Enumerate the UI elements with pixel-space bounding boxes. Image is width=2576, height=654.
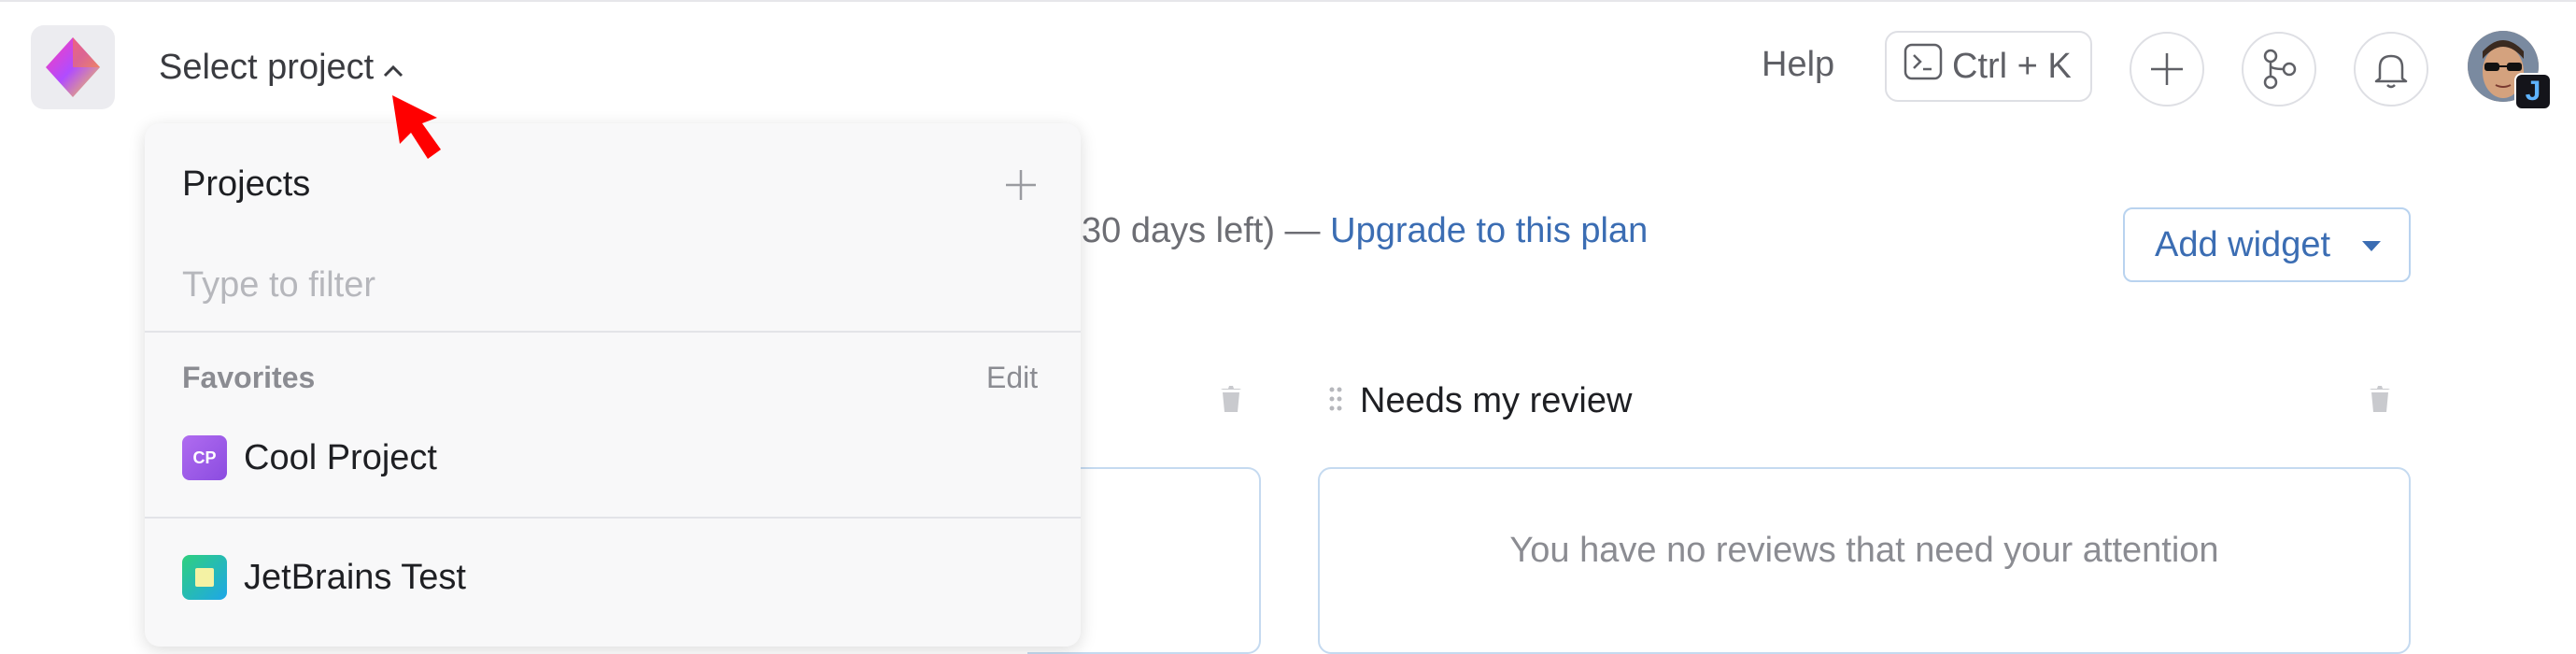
trash-icon: [2370, 386, 2390, 412]
create-project-button[interactable]: [1004, 168, 1038, 206]
divider: [145, 517, 1081, 519]
project-avatar: CP: [182, 435, 227, 480]
divider: [145, 331, 1081, 333]
help-link[interactable]: Help: [1762, 45, 1834, 85]
upgrade-link[interactable]: Upgrade to this plan: [1330, 211, 1648, 250]
drag-handle[interactable]: [1328, 386, 1343, 417]
trial-text: 30 days left) —: [1082, 211, 1331, 250]
review-empty-message: You have no reviews that need your atten…: [1509, 531, 2219, 570]
add-widget-label: Add widget: [2155, 224, 2331, 264]
add-widget-button[interactable]: Add widget: [2123, 207, 2411, 282]
projects-dropdown: Projects Favorites Edit CP Cool Project …: [145, 123, 1081, 647]
project-name: JetBrains Test: [244, 557, 466, 597]
plus-icon: [2151, 53, 2183, 85]
project-filter-input[interactable]: [182, 262, 1023, 308]
project-logo-icon: [182, 555, 227, 600]
project-item-cool-project[interactable]: CP Cool Project: [182, 434, 437, 482]
caret-down-icon: [2362, 241, 2381, 251]
terminal-icon: [1904, 43, 1943, 90]
red-arrow-pointer-icon: [375, 88, 450, 169]
top-border: [0, 0, 2576, 2]
delete-review-widget-button[interactable]: [2368, 385, 2392, 418]
notifications-button[interactable]: [2354, 32, 2428, 107]
delete-widget-button[interactable]: [1219, 385, 1243, 418]
review-widget-title: Needs my review: [1360, 381, 1633, 420]
org-badge: J: [2514, 73, 2552, 110]
app-logo[interactable]: [31, 25, 115, 109]
dropdown-title: Projects: [182, 164, 311, 204]
create-button[interactable]: [2130, 32, 2204, 107]
merge-requests-button[interactable]: [2242, 32, 2316, 107]
logo-icon: [46, 37, 100, 97]
trial-banner: 30 days left) — Upgrade to this plan: [1082, 211, 1648, 251]
chevron-up-icon: [383, 48, 403, 88]
drag-handle-icon: [1329, 387, 1342, 411]
project-name: Cool Project: [244, 437, 437, 477]
bell-icon: [2374, 54, 2408, 89]
select-project-label: Select project: [159, 47, 375, 87]
shortcut-label: Ctrl + K: [1952, 46, 2072, 86]
branch-icon: [2263, 49, 2297, 90]
favorites-label: Favorites: [182, 361, 316, 394]
command-palette-button[interactable]: Ctrl + K: [1885, 31, 2092, 102]
project-item-jetbrains-test[interactable]: JetBrains Test: [182, 553, 466, 602]
select-project-button[interactable]: Select project: [159, 43, 403, 92]
trash-icon: [1221, 386, 1241, 412]
edit-favorites-button[interactable]: Edit: [986, 361, 1038, 395]
plus-icon: [1006, 170, 1036, 200]
